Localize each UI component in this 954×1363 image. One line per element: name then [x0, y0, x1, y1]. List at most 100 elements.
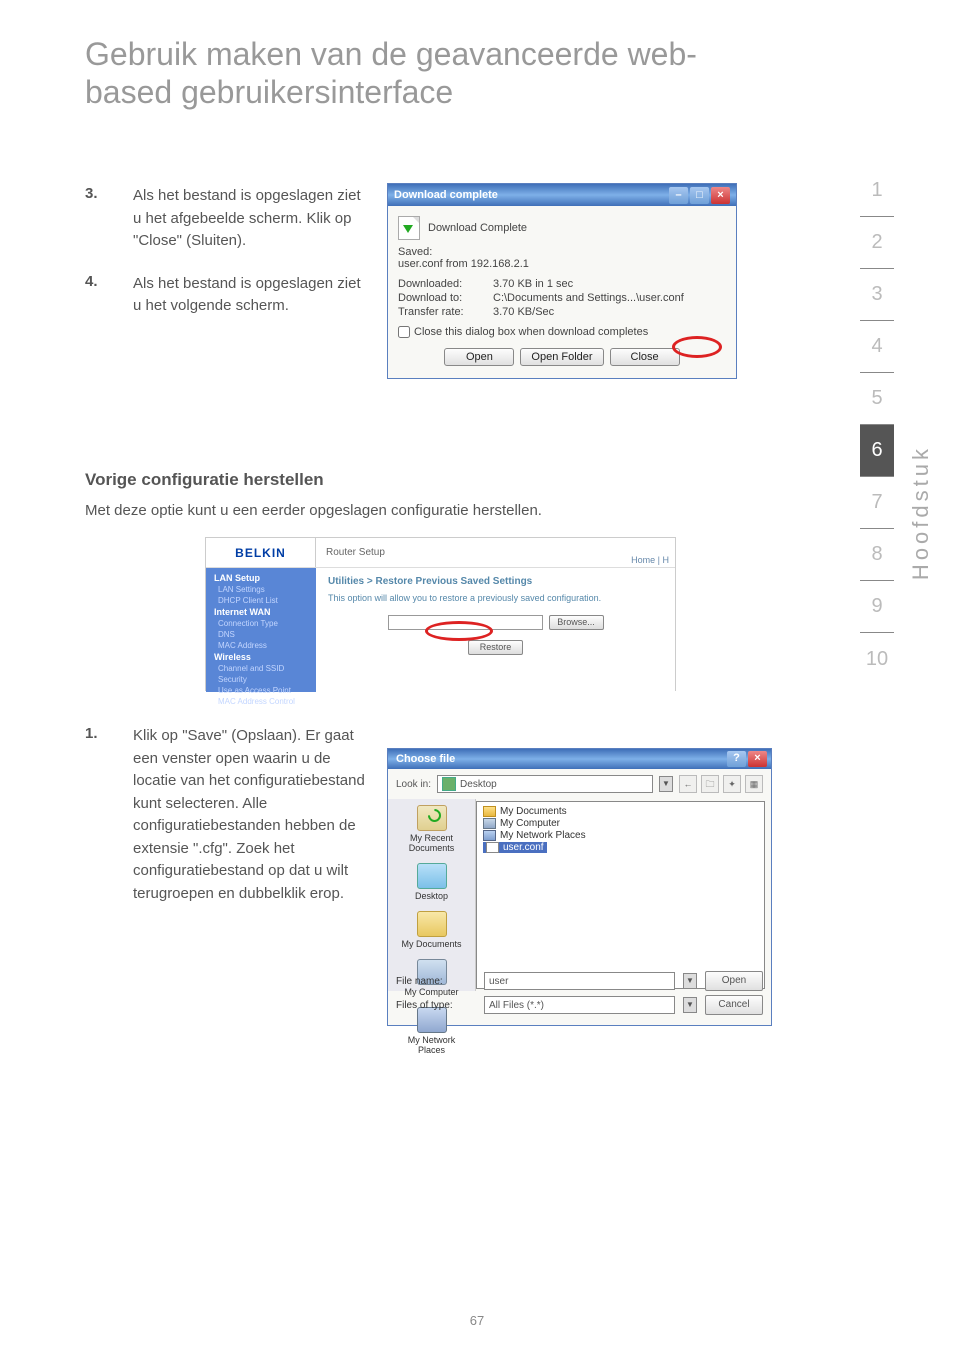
lookin-dropdown[interactable]: Desktop — [437, 775, 653, 793]
step-3-num: 3. — [85, 185, 133, 253]
router-nav-conn[interactable]: Connection Type — [214, 619, 316, 628]
folder-icon — [483, 806, 496, 817]
rate-label: Transfer rate: — [398, 306, 493, 318]
desktop-icon — [417, 863, 447, 889]
place-docs-label: My Documents — [401, 939, 461, 949]
router-nav-lan-settings[interactable]: LAN Settings — [214, 585, 316, 594]
nav-4[interactable]: 4 — [860, 321, 894, 373]
filetype-value: All Files (*.*) — [489, 1000, 544, 1011]
view-menu-icon[interactable]: ▦ — [745, 775, 763, 793]
desktop-icon — [442, 777, 456, 791]
list-item[interactable]: user.conf — [483, 842, 758, 853]
up-folder-icon[interactable]: 🗀 — [701, 775, 719, 793]
title-line-1: Gebruik maken van de geavanceerde web- — [85, 36, 697, 72]
dialog-titlebar: Download complete – □ × — [388, 184, 736, 206]
place-recent-label: My Recent Documents — [409, 833, 455, 853]
new-folder-icon[interactable]: ✦ — [723, 775, 741, 793]
cancel-button[interactable]: Cancel — [705, 995, 763, 1015]
downloadto-label: Download to: — [398, 292, 493, 304]
minimize-icon[interactable]: – — [669, 187, 688, 204]
router-nav-channel[interactable]: Channel and SSID — [214, 664, 316, 673]
close-icon[interactable]: × — [711, 187, 730, 204]
file-list[interactable]: My Documents My Computer My Network Plac… — [476, 801, 765, 989]
list-item[interactable]: My Network Places — [483, 830, 758, 841]
nav-9[interactable]: 9 — [860, 581, 894, 633]
router-nav-lan[interactable]: LAN Setup — [214, 573, 316, 583]
place-network-label: My Network Places — [408, 1035, 456, 1055]
router-setup-panel: BELKIN Router Setup Home | H LAN Setup L… — [205, 537, 676, 691]
chapter-nav: 1 2 3 4 5 6 7 8 9 10 — [860, 165, 894, 685]
router-desc: This option will allow you to restore a … — [328, 593, 663, 603]
router-nav-maccontrol[interactable]: MAC Address Control — [214, 697, 316, 706]
list-item[interactable]: My Documents — [483, 806, 758, 817]
nav-1[interactable]: 1 — [860, 165, 894, 217]
list-item[interactable]: My Computer — [483, 818, 758, 829]
router-meta[interactable]: Home | H — [625, 538, 675, 567]
breadcrumb: Utilities > Restore Previous Saved Setti… — [328, 576, 663, 587]
filetype-dropdown[interactable]: All Files (*.*) — [484, 996, 675, 1014]
choose-file-dialog: Choose file ? × Look in: Desktop ▼ ← 🗀 ✦… — [387, 748, 772, 1026]
close-button[interactable]: Close — [610, 348, 680, 366]
router-nav-wireless[interactable]: Wireless — [214, 652, 316, 662]
open-folder-button[interactable]: Open Folder — [520, 348, 603, 366]
nav-5[interactable]: 5 — [860, 373, 894, 425]
places-bar: My Recent Documents Desktop My Documents… — [388, 799, 476, 991]
router-nav-dns[interactable]: DNS — [214, 630, 316, 639]
lookin-value: Desktop — [460, 779, 497, 790]
router-title: Router Setup — [316, 538, 625, 567]
file-mycomp: My Computer — [500, 818, 560, 829]
dropdown-arrow-icon[interactable]: ▼ — [683, 997, 697, 1013]
place-docs[interactable]: My Documents — [392, 907, 471, 953]
choose-titlebar: Choose file ? × — [388, 749, 771, 769]
file-icon — [486, 842, 499, 853]
file-path-input[interactable] — [388, 615, 543, 630]
computer-icon — [483, 818, 496, 829]
open-button[interactable]: Open — [705, 971, 763, 991]
step-3: 3. Als het bestand is opgeslagen ziet u … — [85, 185, 365, 253]
downloadto-value: C:\Documents and Settings...\user.conf — [493, 292, 684, 304]
nav-2[interactable]: 2 — [860, 217, 894, 269]
chapter-label: Hoofdstuk — [908, 445, 934, 580]
close-icon[interactable]: × — [748, 751, 767, 767]
file-userconf: user.conf — [503, 842, 544, 853]
page-number: 67 — [0, 1313, 954, 1328]
download-complete-dialog: Download complete – □ × Download Complet… — [387, 183, 737, 379]
dialog-body: Download Complete Saved: user.conf from … — [388, 206, 736, 378]
nav-8[interactable]: 8 — [860, 529, 894, 581]
router-nav-mac[interactable]: MAC Address — [214, 641, 316, 650]
back-icon[interactable]: ← — [679, 775, 697, 793]
place-recent[interactable]: My Recent Documents — [392, 801, 471, 857]
saved-label: Saved: — [398, 246, 726, 258]
filename-input[interactable]: user — [484, 972, 675, 990]
router-nav-security[interactable]: Security — [214, 675, 316, 684]
downloaded-label: Downloaded: — [398, 278, 493, 290]
router-nav-ap[interactable]: Use as Access Point — [214, 686, 316, 695]
nav-3[interactable]: 3 — [860, 269, 894, 321]
filename-label: File name: — [396, 976, 476, 987]
step-1: 1. Klik op "Save" (Opslaan). Er gaat een… — [85, 725, 365, 905]
browse-button[interactable]: Browse... — [549, 615, 604, 630]
dropdown-arrow-icon[interactable]: ▼ — [683, 973, 697, 989]
router-nav-wan[interactable]: Internet WAN — [214, 607, 316, 617]
maximize-icon[interactable]: □ — [690, 187, 709, 204]
belkin-logo: BELKIN — [206, 538, 316, 567]
dropdown-arrow-icon[interactable]: ▼ — [659, 776, 673, 792]
open-button[interactable]: Open — [444, 348, 514, 366]
router-sidebar: LAN Setup LAN Settings DHCP Client List … — [206, 568, 316, 692]
close-on-complete-checkbox[interactable] — [398, 326, 410, 338]
place-desktop[interactable]: Desktop — [392, 859, 471, 905]
section-subtitle-desc: Met deze optie kunt u een eerder opgesla… — [85, 502, 542, 519]
nav-7[interactable]: 7 — [860, 477, 894, 529]
step-1-num: 1. — [85, 725, 133, 905]
help-icon[interactable]: ? — [727, 751, 746, 767]
nav-6[interactable]: 6 — [860, 425, 894, 477]
saved-value: user.conf from 192.168.2.1 — [398, 258, 726, 270]
page-title: Gebruik maken van de geavanceerde web- b… — [85, 35, 697, 112]
nav-10[interactable]: 10 — [860, 633, 894, 685]
restore-button[interactable]: Restore — [468, 640, 523, 655]
section-subtitle: Vorige configuratie herstellen — [85, 470, 324, 490]
router-nav-dhcp[interactable]: DHCP Client List — [214, 596, 316, 605]
rate-value: 3.70 KB/Sec — [493, 306, 554, 318]
step-4: 4. Als het bestand is opgeslagen ziet u … — [85, 273, 365, 318]
step-1-text: Klik op "Save" (Opslaan). Er gaat een ve… — [133, 725, 365, 905]
